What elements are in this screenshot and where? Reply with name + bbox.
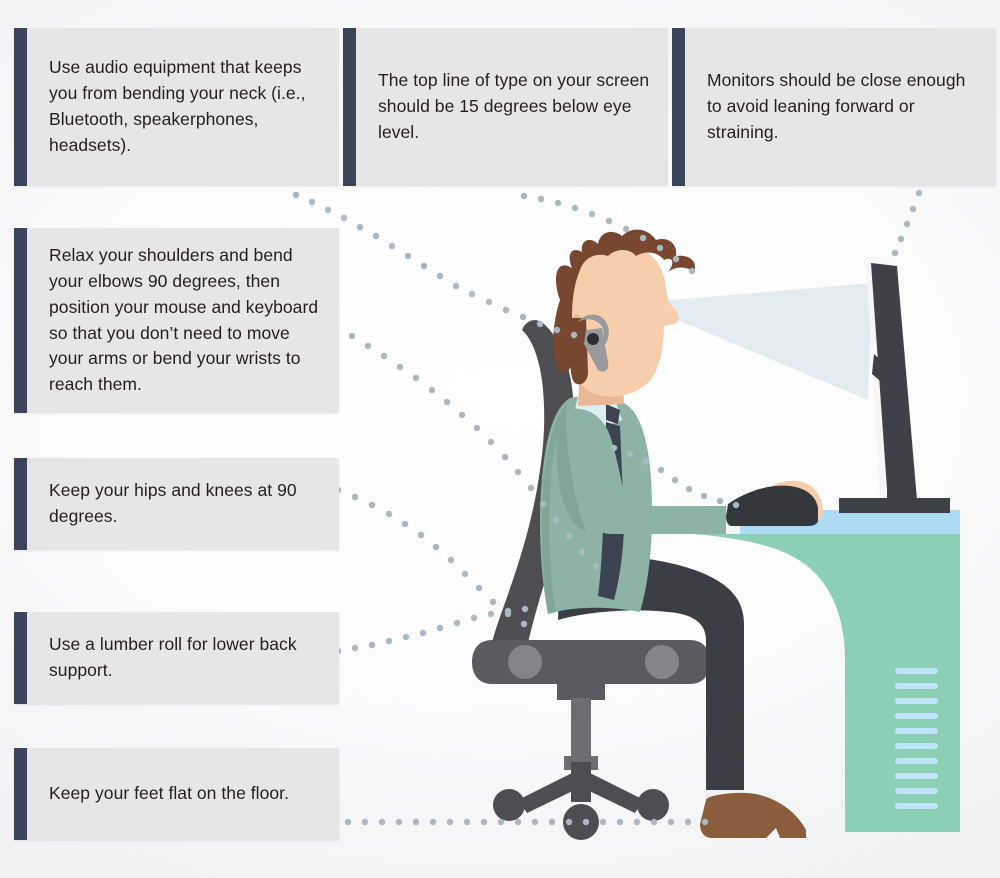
monitor-stand-base (839, 498, 950, 513)
chair-backrest (490, 320, 574, 662)
person-arm-shadow (556, 410, 586, 532)
chair-casters (493, 762, 669, 840)
tip-accent-bar (14, 228, 27, 413)
tip-screen-top-line: The top line of type on your screen shou… (343, 28, 668, 186)
bluetooth-headset (578, 314, 609, 372)
tip-accent-bar (14, 748, 27, 840)
connector-shoulders-to-hand (610, 444, 740, 509)
person-legs (558, 556, 744, 800)
tip-hips-knees: Keep your hips and knees at 90 degrees. (14, 458, 339, 550)
chair-knob-right (645, 645, 679, 679)
connector-monitor-to-screen (891, 189, 923, 257)
shirt-cuff (726, 506, 740, 534)
tip-text: Relax your shoulders and bend your elbow… (49, 244, 319, 395)
monitor-stand-arm (872, 354, 898, 396)
necktie (606, 404, 620, 424)
chair-post-collar (564, 756, 598, 770)
person-arm (564, 408, 740, 534)
necktie-blade (598, 422, 624, 600)
connector-lumbar-to-back (334, 605, 529, 655)
person-hair (553, 229, 696, 374)
person-neck (578, 360, 624, 406)
person-torso (540, 395, 652, 614)
tip-accent-bar (343, 28, 356, 186)
tip-text: Keep your hips and knees at 90 degrees. (49, 480, 297, 526)
person-ear (571, 314, 586, 341)
person-sock (706, 790, 744, 808)
person-sideburn (570, 318, 588, 385)
tip-body: Keep your feet flat on the floor. (27, 748, 339, 840)
monitor-frame (871, 263, 917, 503)
gaze-cone (637, 283, 872, 400)
tip-body: Keep your hips and knees at 90 degrees. (27, 458, 339, 550)
mouse (726, 485, 818, 526)
person-shoe (700, 792, 806, 838)
tip-body: Use audio equipment that keeps you from … (27, 28, 339, 186)
chair-lift-bracket (557, 682, 605, 700)
headset-body (584, 328, 609, 372)
tip-text: Keep your feet flat on the floor. (49, 783, 290, 804)
tip-text: Use a lumber roll for lower back support… (49, 634, 297, 680)
person (540, 229, 823, 838)
tip-text: Use audio equipment that keeps you from … (49, 57, 306, 155)
dotted-connectors (292, 189, 923, 826)
tip-lumbar-roll: Use a lumber roll for lower back support… (14, 612, 339, 704)
monitor (839, 262, 950, 513)
tip-accent-bar (14, 28, 27, 186)
tip-body: Monitors should be close enough to avoid… (685, 28, 996, 186)
desk-top (658, 510, 960, 534)
office-chair (472, 320, 710, 840)
tip-text: The top line of type on your screen shou… (378, 70, 650, 142)
connector-topline-to-monitor (520, 192, 696, 275)
tip-body: The top line of type on your screen shou… (356, 28, 668, 186)
tip-shoulders-elbows: Relax your shoulders and bend your elbow… (14, 228, 339, 413)
chair-post (571, 698, 591, 760)
tip-monitor-distance: Monitors should be close enough to avoid… (672, 28, 996, 186)
desk (658, 510, 960, 832)
headset-earhook (578, 314, 609, 350)
desk-vents (895, 668, 938, 809)
tip-accent-bar (14, 612, 27, 704)
infographic-canvas: Use audio equipment that keeps you from … (0, 0, 1000, 878)
tip-accent-bar (14, 458, 27, 550)
connector-shoulders-to-elbow (332, 323, 600, 570)
tip-feet-flat: Keep your feet flat on the floor. (14, 748, 339, 840)
monitor-screen (866, 262, 905, 499)
chair-seat-base (472, 640, 710, 684)
tip-body: Use a lumber roll for lower back support… (27, 612, 339, 704)
connector-hips-to-hip (334, 486, 528, 628)
tip-accent-bar (672, 28, 685, 186)
person-torso-shadow (541, 400, 570, 614)
person-hand (734, 480, 823, 520)
desk-body (660, 532, 960, 832)
tip-audio-equipment: Use audio equipment that keeps you from … (14, 28, 339, 186)
chair-knob-left (508, 645, 542, 679)
connector-feet-to-floor (344, 818, 709, 826)
tip-text: Monitors should be close enough to avoid… (707, 70, 966, 142)
shirt-collar (574, 390, 622, 430)
tip-body: Relax your shoulders and bend your elbow… (27, 228, 339, 413)
person-head (572, 244, 679, 397)
monitor-stand-column (887, 376, 901, 502)
headset-button (587, 333, 599, 345)
